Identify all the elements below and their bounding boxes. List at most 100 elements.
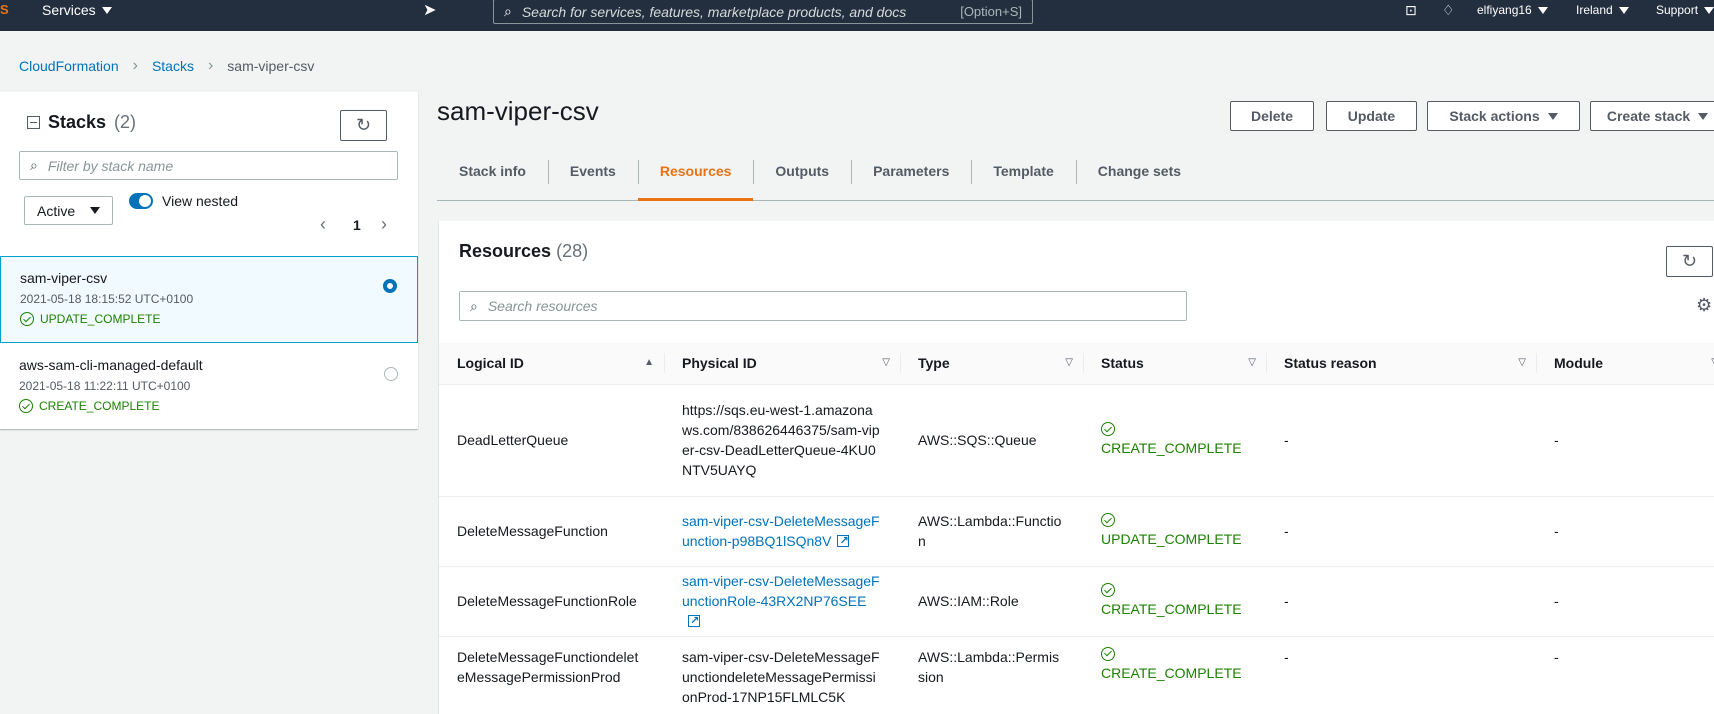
type-cell: AWS::SQS::Queue (900, 384, 1083, 497)
refresh-icon: ↻ (1681, 251, 1698, 271)
page-title: sam-viper-csv (437, 96, 599, 126)
notifications-bell-icon[interactable]: ♢ (1442, 0, 1455, 20)
prev-page-icon[interactable]: ‹ (320, 214, 326, 235)
breadcrumb: CloudFormation › Stacks › sam-viper-csv (19, 57, 314, 75)
table-header-row: Logical ID ▲ Physical ID ▽ Type ▽ Status ▽ S… (439, 343, 1714, 385)
column-label: Module (1554, 355, 1603, 372)
view-nested-label: View nested (162, 193, 239, 209)
resources-table: Logical ID ▲ Physical ID ▽ Type ▽ Status ▽ S… (439, 343, 1714, 714)
tab-outputs[interactable]: Outputs (753, 152, 851, 200)
module-cell: - (1536, 384, 1714, 497)
next-page-icon[interactable]: › (381, 214, 387, 235)
sort-icon: ▽ (1065, 357, 1073, 368)
support-menu[interactable]: Support (1656, 0, 1714, 20)
status-text: CREATE_COMPLETE (1101, 440, 1242, 456)
update-button[interactable]: Update (1326, 101, 1417, 131)
table-row: DeleteMessageFunctiondeleteMessagePermis… (439, 636, 1714, 714)
global-search-input[interactable]: ⌕ Search for services, features, marketp… (493, 0, 1033, 24)
mouse-cursor-icon: ➤ (423, 2, 437, 19)
column-label: Physical ID (682, 355, 757, 372)
external-link-icon[interactable] (688, 611, 700, 631)
status-reason-cell: - (1266, 496, 1536, 567)
column-header-status-reason[interactable]: Status reason ▽ (1266, 343, 1536, 385)
breadcrumb-stacks[interactable]: Stacks (152, 58, 194, 74)
status-text: CREATE_COMPLETE (1101, 601, 1242, 617)
cloudshell-icon[interactable]: ⊡ (1405, 0, 1417, 20)
resources-search-input[interactable]: ⌕ Search resources (459, 291, 1187, 321)
view-nested-toggle[interactable] (129, 193, 153, 209)
tab-resources[interactable]: Resources (637, 152, 754, 201)
refresh-icon: ↻ (355, 115, 372, 135)
stack-radio[interactable] (384, 367, 398, 381)
column-header-logical-id[interactable]: Logical ID ▲ (439, 343, 664, 385)
services-menu[interactable]: Services (42, 0, 112, 20)
breadcrumb-current: sam-viper-csv (227, 58, 315, 74)
column-label: Status (1101, 355, 1144, 372)
stacks-panel-title: Stacks (48, 112, 107, 132)
logical-id-cell: DeleteMessageFunction (439, 496, 664, 567)
external-link-icon[interactable] (837, 531, 850, 551)
stack-radio-selected[interactable] (383, 279, 397, 293)
chevron-down-icon (90, 207, 100, 214)
current-page[interactable]: 1 (353, 217, 361, 233)
breadcrumb-cloudformation[interactable]: CloudFormation (19, 58, 119, 74)
column-header-physical-id[interactable]: Physical ID ▽ (664, 343, 900, 385)
delete-button[interactable]: Delete (1230, 101, 1314, 131)
module-cell: - (1536, 566, 1714, 637)
status-cell: CREATE_COMPLETE (1083, 636, 1266, 714)
sort-ascending-icon: ▲ (644, 357, 654, 368)
region-name: Ireland (1576, 3, 1613, 17)
stack-list-item[interactable]: aws-sam-cli-managed-default 2021-05-18 1… (0, 344, 418, 431)
global-search-placeholder: Search for services, features, marketpla… (521, 3, 907, 20)
collapse-icon[interactable] (27, 116, 40, 129)
resources-panel: Resources (28) ↻ ⌕ Search resources ⚙ Lo… (439, 221, 1714, 714)
status-cell: CREATE_COMPLETE (1083, 384, 1266, 497)
status-text: CREATE_COMPLETE (1101, 664, 1242, 681)
stack-list-item[interactable]: sam-viper-csv 2021-05-18 18:15:52 UTC+01… (0, 256, 418, 343)
table-row: DeleteMessageFunction sam-viper-csv-Dele… (439, 496, 1714, 567)
user-name: elfiyang16 (1477, 3, 1532, 17)
resources-refresh-button[interactable]: ↻ (1666, 246, 1713, 277)
stack-status-text: UPDATE_COMPLETE (40, 312, 161, 326)
module-cell: - (1536, 496, 1714, 567)
success-check-icon (1101, 422, 1115, 436)
stack-actions-button[interactable]: Stack actions (1427, 101, 1580, 131)
stack-status-text: CREATE_COMPLETE (39, 399, 160, 413)
aws-logo[interactable]: S (0, 0, 14, 20)
logical-id-cell: DeadLetterQueue (439, 384, 664, 497)
user-menu[interactable]: elfiyang16 (1477, 0, 1548, 20)
table-row: DeleteMessageFunctionRole sam-viper-csv-… (439, 566, 1714, 637)
column-label: Status reason (1284, 355, 1377, 372)
type-cell: AWS::Lambda::Function (900, 496, 1083, 567)
logical-id-cell: DeleteMessageFunctiondeleteMessagePermis… (439, 636, 664, 714)
status-filter-select[interactable]: Active (24, 196, 113, 225)
tab-template[interactable]: Template (971, 152, 1075, 200)
search-icon: ⌕ (504, 3, 512, 19)
tab-parameters[interactable]: Parameters (851, 152, 971, 200)
tab-stack-info[interactable]: Stack info (437, 152, 548, 200)
search-shortcut: [Option+S] (960, 4, 1022, 19)
stacks-refresh-button[interactable]: ↻ (340, 110, 387, 141)
column-header-type[interactable]: Type ▽ (900, 343, 1083, 385)
physical-id-cell: https://sqs.eu-west-1.amazonaws.com/8386… (664, 384, 900, 497)
create-stack-button[interactable]: Create stack (1590, 101, 1714, 131)
search-icon: ⌕ (30, 157, 38, 173)
gear-icon[interactable]: ⚙ (1696, 295, 1712, 316)
stack-status: CREATE_COMPLETE (19, 398, 399, 414)
region-menu[interactable]: Ireland (1576, 0, 1629, 20)
success-check-icon (19, 399, 33, 413)
chevron-right-icon: › (132, 57, 138, 74)
stacks-panel-header: Stacks (2) (27, 112, 136, 133)
physical-id-cell: sam-viper-csv-DeleteMessageFunctiondelet… (664, 636, 900, 714)
chevron-down-icon (1698, 112, 1709, 120)
physical-id-link[interactable]: sam-viper-csv-DeleteMessageFunction-p98B… (682, 513, 880, 549)
stack-status: UPDATE_COMPLETE (20, 311, 398, 327)
tab-change-sets[interactable]: Change sets (1075, 152, 1203, 200)
column-header-module[interactable]: Module▽ (1536, 343, 1714, 385)
physical-id-link[interactable]: sam-viper-csv-DeleteMessageFunctionRole-… (682, 573, 880, 609)
success-check-icon (20, 312, 34, 326)
column-header-status[interactable]: Status ▽ (1083, 343, 1266, 385)
tab-events[interactable]: Events (547, 152, 638, 200)
stack-filter-input[interactable]: ⌕ Filter by stack name (19, 151, 398, 180)
resources-search-placeholder: Search resources (487, 298, 598, 314)
